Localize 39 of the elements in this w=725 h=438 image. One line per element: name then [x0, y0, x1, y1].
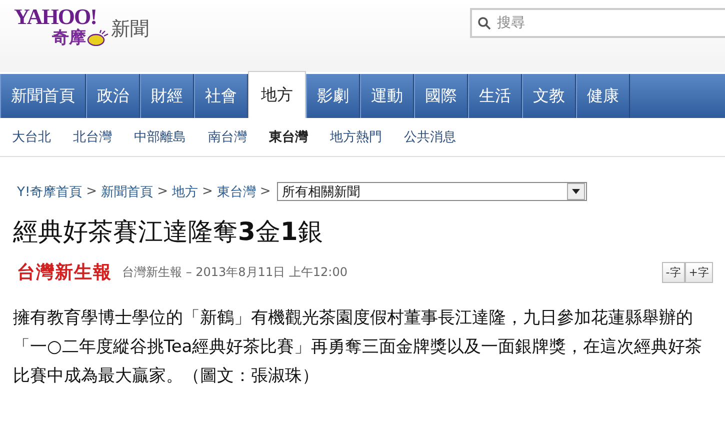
subnav-link[interactable]: 中部離島: [134, 128, 186, 146]
font-size-button[interactable]: -字: [662, 262, 685, 282]
related-news-dropdown[interactable]: 所有相關新聞: [276, 182, 587, 201]
subnav-link[interactable]: 南台灣: [208, 128, 247, 146]
nav-tab[interactable]: 政治: [86, 74, 140, 118]
subnav-link[interactable]: 北台灣: [73, 128, 112, 146]
logo-text: YAHOO!: [14, 6, 98, 28]
subnav-link[interactable]: 大台北: [12, 128, 51, 146]
nav-tab[interactable]: 生活: [468, 74, 522, 118]
article-byline: 台灣新生報 – 2013年8月11日 上午12:00: [122, 264, 348, 280]
nav-tab[interactable]: 新聞首頁: [0, 74, 86, 118]
breadcrumb-link[interactable]: Y!奇摩首頁: [17, 182, 82, 200]
section-title: 新聞: [111, 17, 149, 42]
subnav-link[interactable]: 公共消息: [404, 128, 456, 146]
nav-tab[interactable]: 影劇: [306, 74, 360, 118]
nav-tab[interactable]: 財經: [140, 74, 194, 118]
nav-tab[interactable]: 地方: [248, 71, 306, 118]
search-icon: [478, 17, 491, 30]
font-size-button[interactable]: +字: [684, 262, 713, 282]
logo-text: 奇摩: [52, 28, 86, 48]
logo-emblem-icon: [87, 30, 109, 46]
nav-tab[interactable]: 運動: [360, 74, 414, 118]
breadcrumb-separator: >: [260, 184, 271, 199]
source-logo: 台灣新生報: [17, 261, 112, 284]
search-field[interactable]: 搜尋: [470, 8, 725, 38]
nav-tab[interactable]: 健康: [576, 74, 630, 118]
dropdown-arrow-icon: [572, 189, 580, 194]
subnav-link[interactable]: 東台灣: [269, 128, 308, 146]
breadcrumb-link[interactable]: 新聞首頁: [101, 182, 154, 200]
article-body: 擁有教育學博士學位的「新鶴」有機觀光茶園度假村董事長江達隆，九日參加花蓮縣舉辦的「一○二年度縱谷挑Tea經典好茶比賽」再勇奪三面金牌獎以及一面銀牌獎，在這次經典好茶比賽中成為最大贏家。（圖文：張淑珠）: [13, 307, 704, 388]
article-title: 經典好茶賽江達隆奪3金1銀: [13, 216, 324, 248]
breadcrumb-separator: >: [157, 184, 168, 199]
nav-tab[interactable]: 文教: [522, 74, 576, 118]
subnav-link[interactable]: 地方熱門: [330, 128, 382, 146]
breadcrumb-separator: >: [202, 184, 213, 199]
breadcrumb-link[interactable]: 東台灣: [216, 182, 256, 200]
nav-tab[interactable]: 國際: [414, 74, 468, 118]
breadcrumb-separator: >: [86, 184, 98, 199]
breadcrumb-link[interactable]: 地方: [172, 182, 198, 200]
